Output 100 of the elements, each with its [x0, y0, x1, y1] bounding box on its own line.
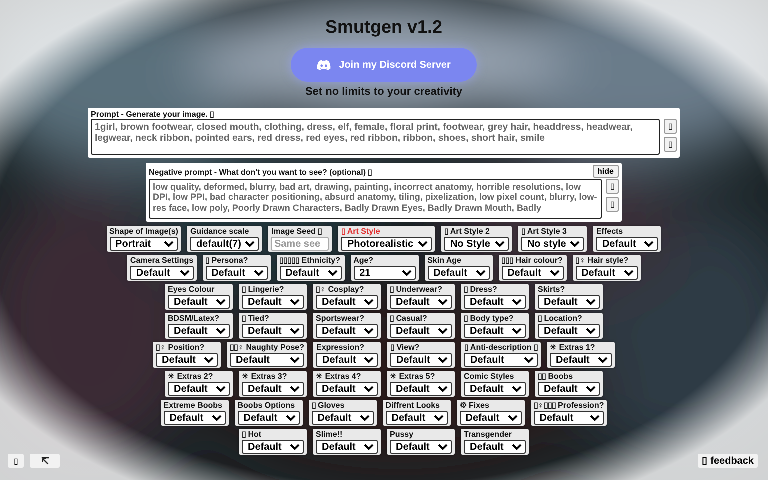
option-select[interactable]: Default	[316, 324, 378, 338]
option-select[interactable]: Default	[550, 353, 612, 367]
option-label: Expression?	[316, 343, 366, 353]
option-select[interactable]: Default	[242, 382, 304, 396]
option-label: ▯♀ Hair style?	[576, 256, 630, 266]
option-select[interactable]: Default	[242, 295, 304, 309]
option-select[interactable]: Default	[596, 237, 658, 251]
option-select[interactable]: Default	[464, 382, 526, 396]
feedback-button[interactable]: ▯ feedback	[698, 454, 758, 468]
option-select[interactable]: Default	[386, 411, 448, 425]
option-select[interactable]: Default	[168, 382, 230, 396]
option-select[interactable]: Default	[390, 382, 452, 396]
option-select[interactable]: Default	[130, 266, 194, 280]
option-label: ▯ Body type?	[464, 314, 515, 324]
option-select[interactable]: Default	[316, 440, 378, 454]
option-label: ▯♀ Cosplay?	[316, 285, 366, 295]
option-select[interactable]: Portrait	[110, 237, 178, 251]
tagline: Set no limits to your creativity	[305, 86, 463, 98]
option-label: ▯ Persona?	[206, 256, 250, 266]
option-select[interactable]: Default	[390, 295, 452, 309]
option-label: ▯▯▯ Hair colour?	[502, 256, 564, 266]
option-select[interactable]: Default	[168, 324, 230, 338]
option-label: ▯ Tied?	[242, 314, 270, 324]
prompt-tool-button[interactable]: ▯	[664, 119, 677, 134]
option-select[interactable]: Default	[538, 295, 600, 309]
option-label: Shape of Image(s)	[110, 227, 178, 237]
option-label: Eyes Colour	[168, 285, 216, 295]
option-select[interactable]: Default	[316, 353, 378, 367]
option-label: ▯ Location?	[538, 314, 584, 324]
option-select[interactable]: Default	[164, 411, 226, 425]
option-label: ✳ Extras 5?	[390, 372, 436, 382]
option-select[interactable]: Default	[242, 324, 304, 338]
option-select[interactable]: No Style	[444, 237, 510, 251]
option-select[interactable]: Default	[156, 353, 218, 367]
option-select[interactable]: default(7)	[190, 237, 260, 251]
option-select[interactable]: Default	[576, 266, 638, 280]
option-label: Guidance scale	[190, 227, 250, 237]
option-label: ▯ Gloves	[312, 401, 346, 411]
option-label: Diffrent Looks	[386, 401, 441, 411]
option-select[interactable]: Default	[502, 266, 564, 280]
option-select[interactable]: Default	[168, 295, 230, 309]
option-select[interactable]: Default	[534, 411, 604, 425]
option-select[interactable]: No style	[521, 237, 584, 251]
negative-tool-button[interactable]: ▯	[606, 197, 619, 212]
option-label: Slime!!	[316, 430, 344, 440]
option-label: Transgender	[464, 430, 514, 440]
prompt-label: Prompt - Generate your image. ▯	[91, 110, 214, 119]
app-title: Smutgen v1.2	[325, 17, 443, 38]
option-label: Skirts?	[538, 285, 566, 295]
option-label: ✳ Extras 3?	[242, 372, 288, 382]
option-select[interactable]: Default	[464, 440, 526, 454]
option-select[interactable]: Default	[428, 266, 490, 280]
option-label: ▯ Art Style 2	[444, 227, 491, 237]
option-label: ▯ Art Style 3	[521, 227, 568, 237]
option-select[interactable]: Default	[206, 266, 268, 280]
option-label: ▯ Dress?	[464, 285, 498, 295]
option-select[interactable]: Default	[538, 382, 600, 396]
option-label: ▯▯▯▯▯ Ethnicity?	[280, 256, 342, 266]
option-select[interactable]: Default	[538, 324, 600, 338]
option-label: Image Seed ▯	[271, 227, 324, 237]
option-select[interactable]: Default	[238, 411, 300, 425]
option-select[interactable]: Default	[316, 382, 378, 396]
negative-tool-button[interactable]: ▯	[606, 179, 619, 194]
option-label: Extreme Boobs	[164, 401, 224, 411]
hide-button[interactable]: hide	[592, 165, 619, 178]
option-select[interactable]: 21	[354, 266, 416, 280]
option-label: ▯▯♀ Naughty Pose?	[230, 343, 304, 353]
option-select[interactable]: Default	[464, 295, 526, 309]
option-select[interactable]: Default	[316, 295, 378, 309]
option-label: Effects	[596, 227, 624, 237]
option-label: ⚙ Fixes	[460, 401, 490, 411]
option-select[interactable]: Default	[390, 324, 452, 338]
option-select[interactable]: Default	[460, 411, 522, 425]
seed-input[interactable]: Same see	[271, 237, 330, 251]
option-select[interactable]: Default	[280, 266, 342, 280]
prompt-tool-button[interactable]: ▯	[664, 137, 677, 152]
option-select[interactable]: Photorealistic	[341, 237, 432, 251]
option-label: Camera Settings	[130, 256, 194, 266]
option-label: ▯♀▯▯▯ Profession?	[534, 401, 604, 411]
option-label: ▯ Underwear?	[390, 285, 444, 295]
option-select[interactable]: Default	[464, 324, 526, 338]
option-label: BDSM/Latex?	[168, 314, 221, 324]
option-label: ▯♀ Position?	[156, 343, 206, 353]
option-label: Sportswear?	[316, 314, 366, 324]
option-label: Skin Age	[428, 256, 462, 266]
negative-prompt-field[interactable]: low quality, deformed, blurry, bad art, drawing, painting, incorrect anatomy, horrible resolutions, low DPI, low PPI, bad character positioning, absurd anatomy, tiling, pixelization, low pixel count, blurry, low-res face, low poly, Poorly Drawn Characters, Badly Drawn Eyes, Badly Drawn Mouth, Badly	[149, 179, 602, 219]
option-select[interactable]: Default	[390, 440, 452, 454]
option-label: ✳ Extras 1?	[550, 343, 596, 353]
option-label: Age?	[354, 256, 375, 266]
option-select[interactable]: Default	[312, 411, 374, 425]
corner-button[interactable]: ▯	[8, 454, 24, 468]
option-label: ▯ Art Style	[341, 227, 382, 237]
option-label: Boobs Options	[238, 401, 296, 411]
option-select[interactable]: Default	[464, 353, 538, 367]
option-select[interactable]: Default	[390, 353, 452, 367]
prompt-field[interactable]: 1girl, brown footwear, closed mouth, clothing, dress, elf, female, floral print, footwear, grey hair, headdress, headwear, legwear, neck ribbon, pointed ears, red dress, red eyes, red ribbon, ribbon, shoes, short hair, smile	[91, 119, 660, 155]
option-select[interactable]: Default	[242, 440, 304, 454]
option-label: ✳ Extras 4?	[316, 372, 362, 382]
option-select[interactable]: Default	[230, 353, 304, 367]
negative-prompt-label: Negative prompt - What don't you want to see? (optional) ▯	[149, 168, 372, 176]
